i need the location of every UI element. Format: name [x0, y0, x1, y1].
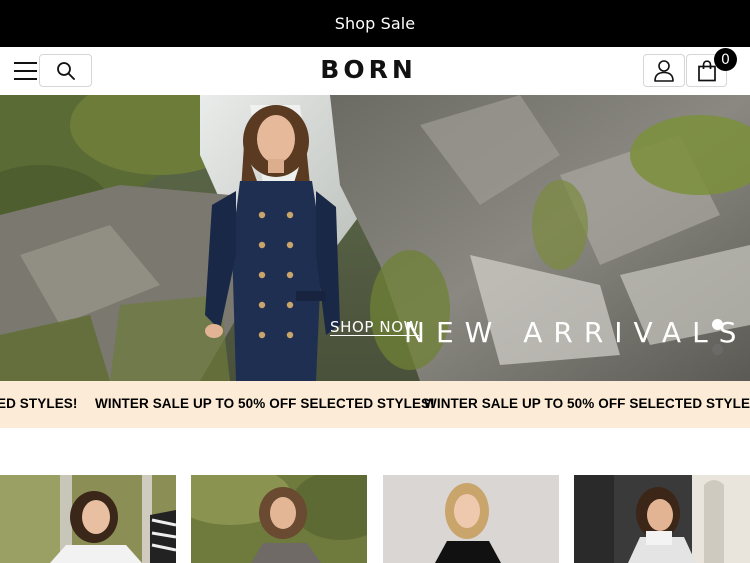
- product-image: [191, 475, 367, 563]
- product-card[interactable]: [574, 475, 750, 563]
- shop-sale-link[interactable]: Shop Sale: [335, 14, 415, 33]
- hero-title: NEW ARRIVALS: [404, 316, 748, 349]
- product-image: [574, 475, 750, 563]
- product-image: [383, 475, 559, 563]
- announcement-bar: Shop Sale: [0, 0, 750, 47]
- promo-ticker-item[interactable]: ED STYLES!: [0, 396, 78, 411]
- carousel-dot-2[interactable]: [712, 344, 723, 355]
- product-grid: [0, 475, 750, 563]
- account-button[interactable]: [643, 54, 685, 87]
- promo-ticker-item[interactable]: WINTER SALE UP TO 50% OFF SELECTED STYLE…: [95, 396, 435, 411]
- search-button[interactable]: [39, 54, 92, 87]
- product-card[interactable]: [383, 475, 559, 563]
- brand-logo[interactable]: BORN: [320, 55, 415, 84]
- product-card[interactable]: [191, 475, 367, 563]
- carousel-dot-1[interactable]: [712, 319, 723, 330]
- promo-ticker-item[interactable]: WINTER SALE UP TO 50% OFF SELECTED STYLE…: [424, 396, 750, 411]
- user-icon: [654, 59, 674, 82]
- hamburger-menu-icon[interactable]: [14, 61, 37, 81]
- hero-banner[interactable]: SHOP NOW NEW ARRIVALS: [0, 95, 750, 381]
- product-card[interactable]: [0, 475, 176, 563]
- search-icon: [56, 61, 75, 80]
- product-image: [0, 475, 176, 563]
- promo-ticker: ED STYLES! WINTER SALE UP TO 50% OFF SEL…: [0, 381, 750, 428]
- cart-count-badge: 0: [714, 48, 737, 71]
